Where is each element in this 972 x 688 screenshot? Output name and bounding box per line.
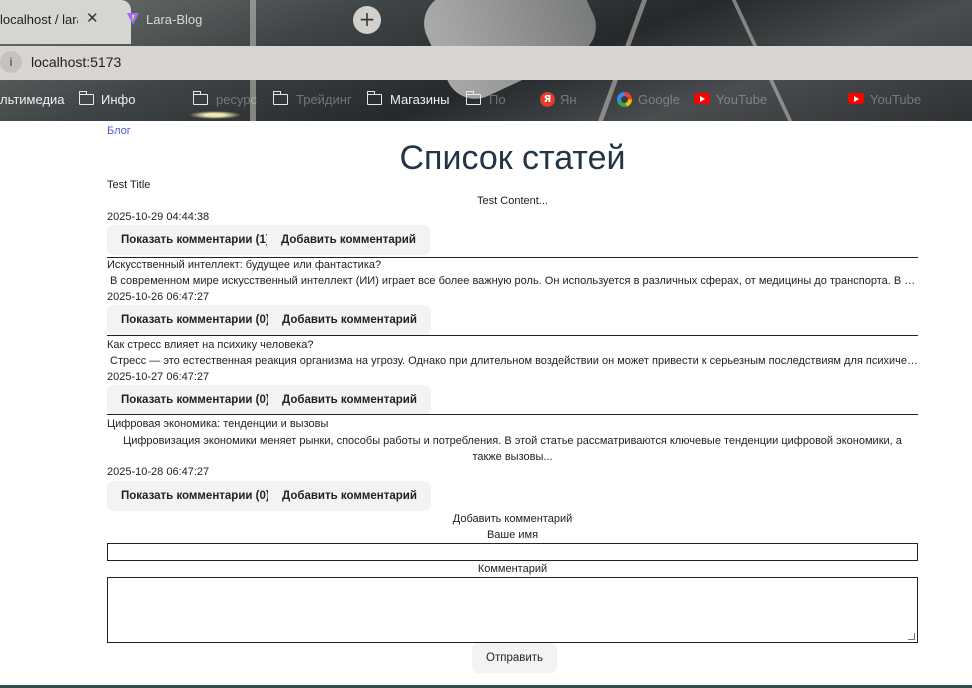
address-bar[interactable]: i localhost:5173 bbox=[0, 46, 972, 80]
new-tab-button[interactable]: + bbox=[353, 6, 381, 34]
add-comment-button[interactable]: Добавить комментарий bbox=[267, 225, 430, 255]
page-title: Список статей bbox=[399, 139, 626, 177]
article-date: 2025-10-29 04:44:38 bbox=[107, 211, 210, 223]
add-comment-button[interactable]: Добавить комментарий bbox=[268, 385, 431, 415]
article-content: В современном мире искусственный интелле… bbox=[110, 275, 918, 287]
article-content: Стресс — это естественная реакция органи… bbox=[110, 355, 918, 367]
tab-title: localhost / lara bbox=[0, 12, 78, 27]
address-url[interactable]: localhost:5173 bbox=[31, 54, 121, 70]
youtube-icon bbox=[848, 93, 864, 104]
tab-title: Lara-Blog bbox=[146, 12, 203, 27]
article-date: 2025-10-26 06:47:27 bbox=[107, 291, 210, 303]
bookmark-multimedia[interactable]: льтимедиа bbox=[0, 92, 65, 107]
article-divider bbox=[107, 414, 918, 415]
bookmark-youtube[interactable]: YouTube bbox=[716, 92, 767, 107]
show-comments-button[interactable]: Показать комментарии (0) bbox=[107, 481, 284, 511]
bookmark-info[interactable]: Инфо bbox=[101, 92, 135, 107]
vite-icon bbox=[127, 13, 139, 25]
folder-icon bbox=[465, 91, 481, 105]
bookmark-youtube-2[interactable]: YouTube bbox=[870, 92, 921, 107]
name-input[interactable] bbox=[107, 543, 918, 561]
name-label: Ваше имя bbox=[486, 529, 539, 541]
youtube-icon bbox=[694, 93, 710, 104]
article-divider bbox=[107, 257, 918, 258]
submit-button[interactable]: Отправить bbox=[472, 643, 558, 673]
yandex-icon: Я bbox=[540, 92, 555, 107]
browser-chrome: localhost / lara ✕ Lara-Blog + i localho… bbox=[0, 0, 972, 121]
close-icon[interactable]: ✕ bbox=[86, 9, 99, 27]
article-divider bbox=[107, 335, 918, 336]
add-comment-button[interactable]: Добавить комментарий bbox=[268, 305, 431, 335]
article-content: Цифровизация экономики меняет рынки, спо… bbox=[123, 435, 902, 463]
add-comment-button[interactable]: Добавить комментарий bbox=[268, 481, 431, 511]
blog-nav-link[interactable]: Блог bbox=[107, 125, 131, 137]
article-title: Цифровая экономика: тенденции и вызовы bbox=[107, 418, 329, 430]
resize-handle-icon[interactable] bbox=[908, 633, 915, 640]
bookmarks-bar: льтимедиа Инфо ресурс Трейдинг Магазины … bbox=[0, 82, 972, 120]
folder-icon bbox=[78, 91, 94, 105]
article-title: Искусственный интеллект: будущее или фан… bbox=[107, 259, 382, 271]
bookmark-trading[interactable]: Трейдинг bbox=[296, 92, 352, 107]
bookmark-po[interactable]: По bbox=[489, 92, 506, 107]
article-date: 2025-10-28 06:47:27 bbox=[107, 466, 210, 478]
comment-form-heading: Добавить комментарий bbox=[452, 513, 573, 525]
folder-icon bbox=[272, 91, 288, 105]
show-comments-button[interactable]: Показать комментарии (0) bbox=[107, 305, 284, 335]
article-title: Как стресс влияет на психику человека? bbox=[107, 339, 314, 351]
folder-icon bbox=[366, 91, 382, 105]
info-icon[interactable]: i bbox=[0, 51, 22, 73]
comment-label: Комментарий bbox=[477, 563, 548, 575]
bookmark-shops[interactable]: Магазины bbox=[390, 92, 450, 107]
article-title: Test Title bbox=[107, 179, 151, 191]
bookmark-resources[interactable]: ресурс bbox=[216, 92, 257, 107]
comment-textarea[interactable] bbox=[107, 577, 918, 643]
tab-strip: localhost / lara ✕ Lara-Blog + bbox=[0, 0, 972, 44]
bookmark-google[interactable]: Google bbox=[638, 92, 680, 107]
google-icon bbox=[617, 92, 632, 107]
show-comments-button[interactable]: Показать комментарии (0) bbox=[107, 385, 284, 415]
folder-icon bbox=[192, 91, 208, 105]
tab-localhost[interactable]: localhost / lara ✕ bbox=[0, 0, 131, 44]
article-content: Test Content... bbox=[477, 195, 548, 207]
article-date: 2025-10-27 06:47:27 bbox=[107, 371, 210, 383]
bookmark-yandex[interactable]: Ян bbox=[560, 92, 577, 107]
show-comments-button[interactable]: Показать комментарии (1) bbox=[107, 225, 284, 255]
tab-lara-blog[interactable]: Lara-Blog bbox=[122, 0, 342, 44]
